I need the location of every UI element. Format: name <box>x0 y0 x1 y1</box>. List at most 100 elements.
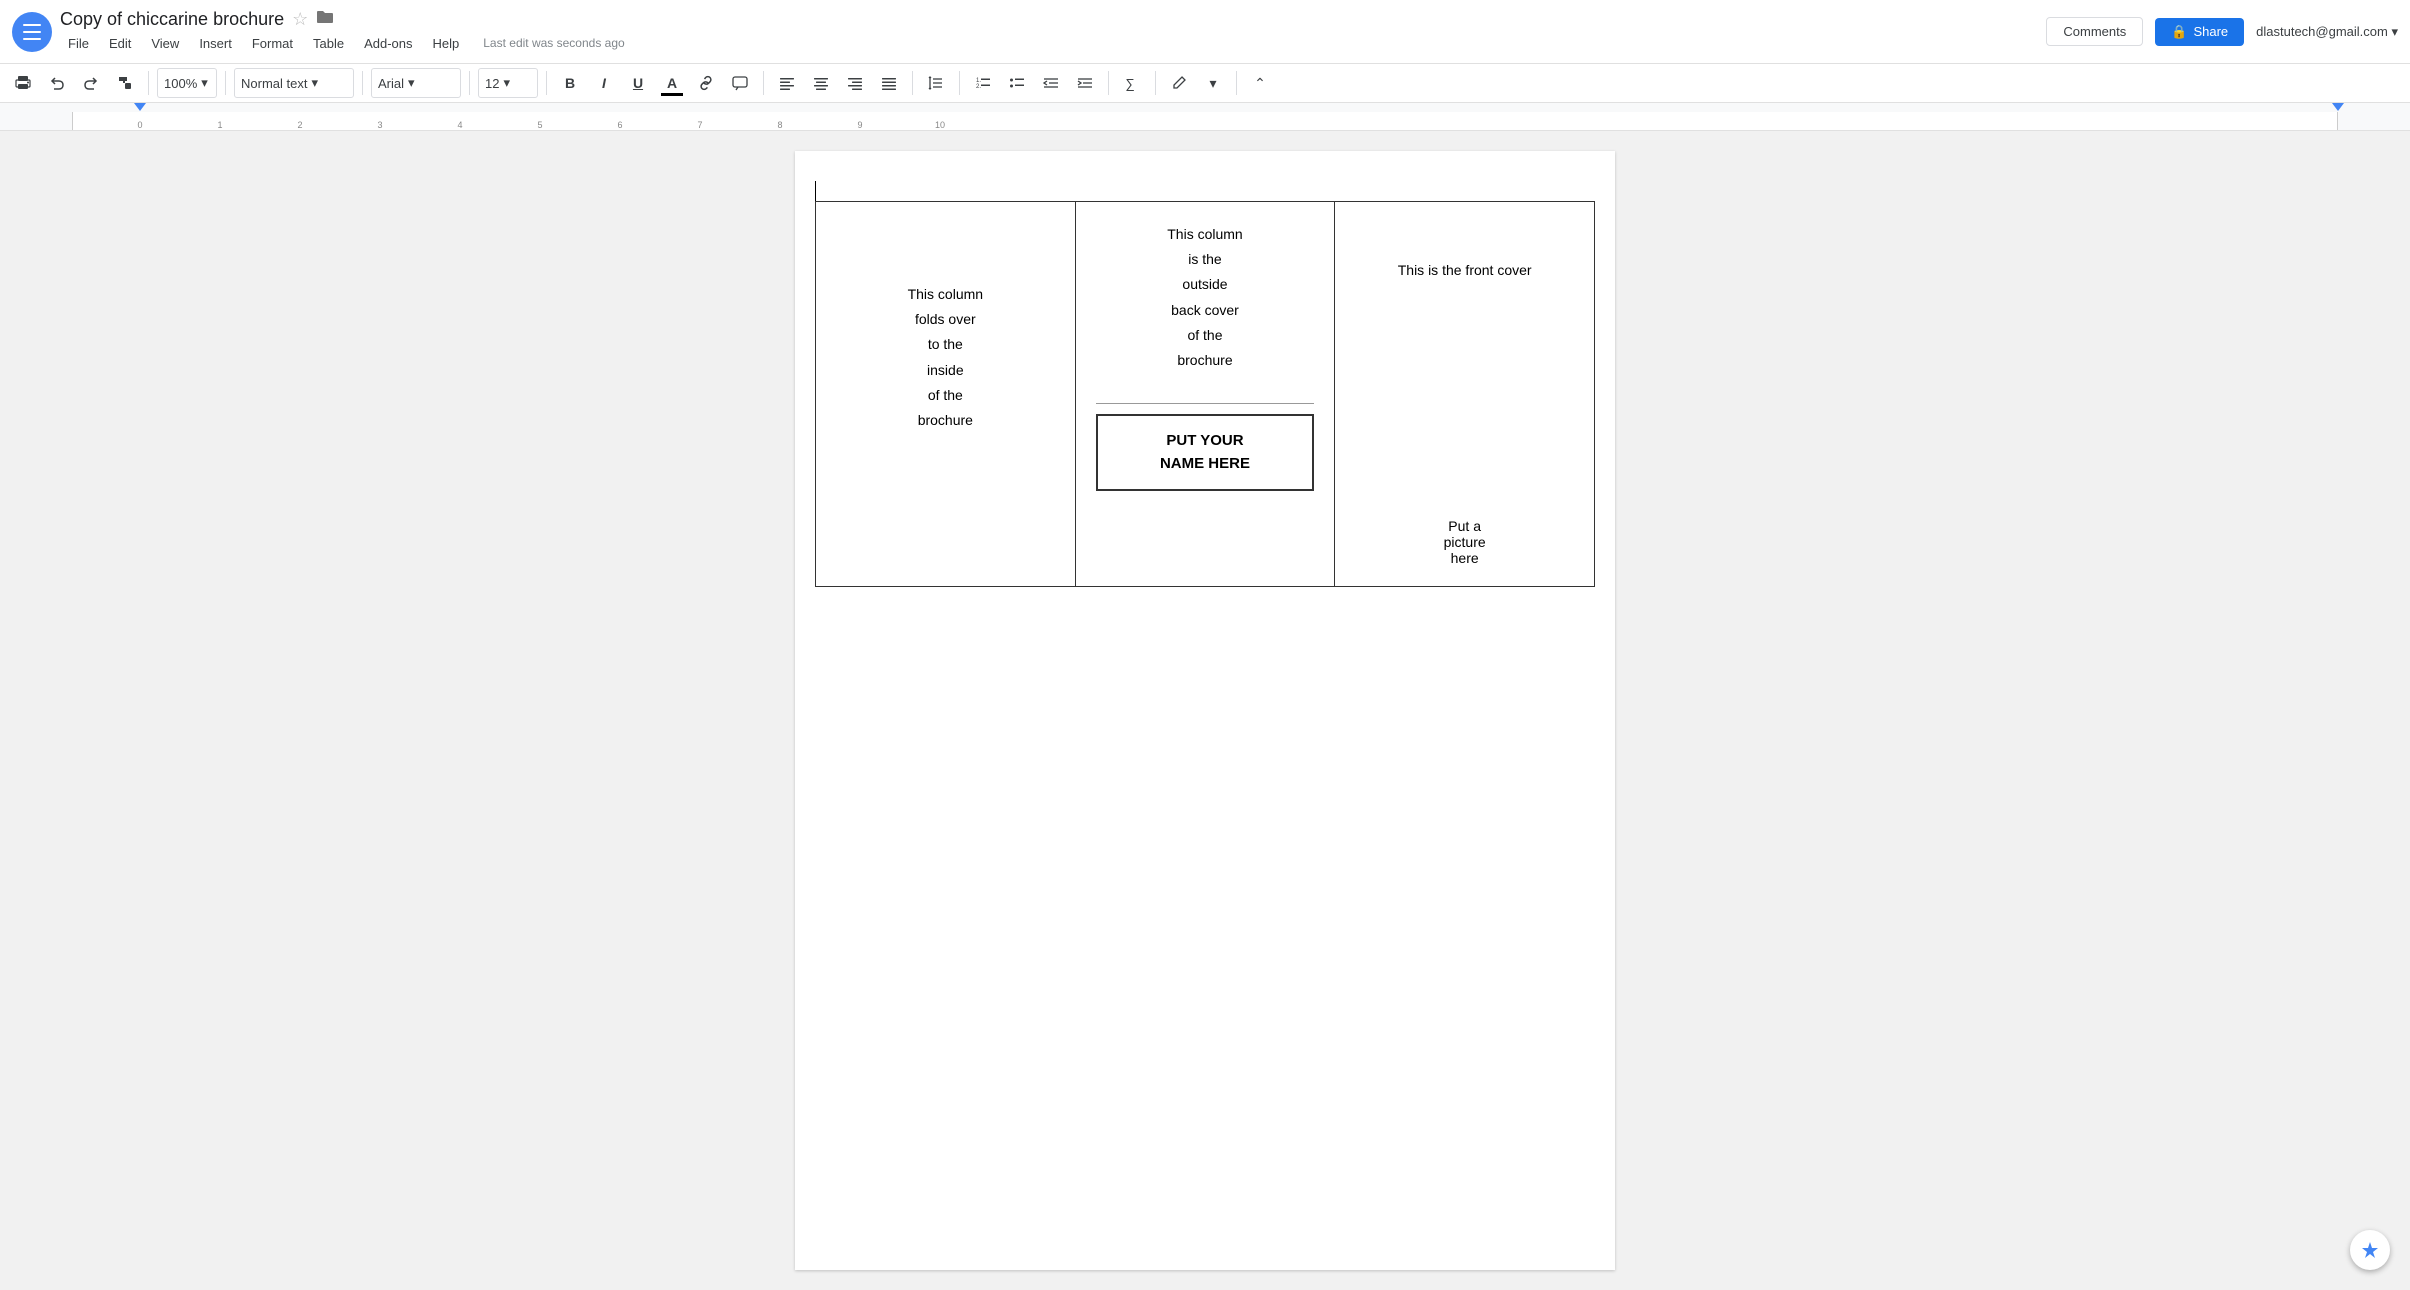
comments-button[interactable]: Comments <box>2046 17 2143 46</box>
document-page: This column folds over to the inside of … <box>795 151 1615 1270</box>
zoom-dropdown[interactable]: 100% ▾ <box>157 68 217 98</box>
menu-help[interactable]: Help <box>425 32 468 55</box>
toolbar-separator-10 <box>1155 71 1156 95</box>
text-color-bar <box>661 93 683 96</box>
table-cell-col1[interactable]: This column folds over to the inside of … <box>816 202 1076 587</box>
menu-edit[interactable]: Edit <box>101 32 139 55</box>
increase-indent-button[interactable] <box>1070 68 1100 98</box>
ruler-mark-7: 7 <box>697 120 702 130</box>
italic-button[interactable]: I <box>589 68 619 98</box>
toolbar-separator-7 <box>912 71 913 95</box>
ruler-numbers: 0 1 2 3 4 5 6 7 8 9 10 <box>0 103 2410 130</box>
ruler-mark-9: 9 <box>857 120 862 130</box>
last-edit-status: Last edit was seconds ago <box>483 36 624 50</box>
toolbar-separator-8 <box>959 71 960 95</box>
smart-compose-button[interactable] <box>2350 1230 2390 1270</box>
toolbar-separator-1 <box>148 71 149 95</box>
menu-file[interactable]: File <box>60 32 97 55</box>
font-style-dropdown-icon: ▾ <box>311 75 318 91</box>
menu-table[interactable]: Table <box>305 32 352 55</box>
font-name-dropdown-icon: ▾ <box>408 75 415 91</box>
toolbar-separator-9 <box>1108 71 1109 95</box>
decrease-indent-button[interactable] <box>1036 68 1066 98</box>
toolbar-separator-11 <box>1236 71 1237 95</box>
comment-button[interactable] <box>725 68 755 98</box>
font-style-dropdown[interactable]: Normal text ▾ <box>234 68 354 98</box>
main-content[interactable]: This column folds over to the inside of … <box>0 131 2410 1290</box>
col3-content: This is the front cover Put a picture he… <box>1355 222 1574 566</box>
ruler-mark-1: 1 <box>217 120 222 130</box>
font-size-value: 12 <box>485 76 499 91</box>
text-cursor <box>815 181 816 201</box>
table-cell-col3[interactable]: This is the front cover Put a picture he… <box>1335 202 1595 587</box>
share-label: Share <box>2193 24 2228 39</box>
menu-bar: File Edit View Insert Format Table Add-o… <box>60 32 2046 55</box>
align-center-button[interactable] <box>806 68 836 98</box>
col3-picture-text: Put a picture here <box>1355 478 1574 566</box>
star-icon[interactable]: ☆ <box>292 9 308 30</box>
col1-text: This column folds over to the inside of … <box>836 222 1055 433</box>
top-bar: Copy of chiccarine brochure ☆ File Edit … <box>0 0 2410 64</box>
brochure-table: This column folds over to the inside of … <box>815 201 1595 587</box>
ruler-mark-2: 2 <box>297 120 302 130</box>
collapse-toolbar-button[interactable]: ⌃ <box>1245 68 1275 98</box>
link-button[interactable] <box>691 68 721 98</box>
underline-button[interactable]: U <box>623 68 653 98</box>
menu-format[interactable]: Format <box>244 32 301 55</box>
print-button[interactable] <box>8 68 38 98</box>
bold-button[interactable]: B <box>555 68 585 98</box>
toolbar-separator-6 <box>763 71 764 95</box>
ruler-mark-8: 8 <box>777 120 782 130</box>
formula-button[interactable]: ∑ <box>1117 68 1147 98</box>
align-right-button[interactable] <box>840 68 870 98</box>
user-account[interactable]: dlastutech@gmail.com ▾ <box>2256 24 2398 40</box>
table-cell-col2[interactable]: This column is the outside back cover of… <box>1075 202 1335 587</box>
numbered-list-button[interactable]: 1.2. <box>968 68 998 98</box>
font-size-dropdown[interactable]: 12 ▾ <box>478 68 538 98</box>
ruler: 0 1 2 3 4 5 6 7 8 9 10 <box>0 103 2410 131</box>
ruler-mark-10: 10 <box>935 120 945 130</box>
table-row: This column folds over to the inside of … <box>816 202 1595 587</box>
lock-icon: 🔒 <box>2171 24 2187 40</box>
menu-view[interactable]: View <box>143 32 187 55</box>
justify-button[interactable] <box>874 68 904 98</box>
col3-front-cover-text: This is the front cover <box>1355 222 1574 478</box>
account-dropdown-icon: ▾ <box>2391 24 2398 39</box>
zoom-dropdown-icon: ▾ <box>201 75 208 91</box>
ruler-mark-3: 3 <box>377 120 382 130</box>
bulleted-list-button[interactable] <box>1002 68 1032 98</box>
document-title[interactable]: Copy of chiccarine brochure <box>60 9 284 30</box>
col2-divider <box>1096 403 1315 404</box>
toolbar: 100% ▾ Normal text ▾ Arial ▾ 12 ▾ B I U … <box>0 64 2410 103</box>
hamburger-button[interactable] <box>12 12 52 52</box>
svg-text:2.: 2. <box>976 84 981 90</box>
redo-button[interactable] <box>76 68 106 98</box>
font-name-dropdown[interactable]: Arial ▾ <box>371 68 461 98</box>
col2-content: This column is the outside back cover of… <box>1096 222 1315 491</box>
ruler-mark-6: 6 <box>617 120 622 130</box>
top-bar-right: Comments 🔒 Share dlastutech@gmail.com ▾ <box>2046 17 2398 46</box>
align-left-button[interactable] <box>772 68 802 98</box>
text-color-button[interactable]: A <box>657 68 687 98</box>
paint-format-button[interactable] <box>110 68 140 98</box>
share-button[interactable]: 🔒 Share <box>2155 18 2244 46</box>
zoom-value: 100% <box>164 76 197 91</box>
toolbar-separator-4 <box>469 71 470 95</box>
font-style-value: Normal text <box>241 76 307 91</box>
pen-dropdown[interactable]: ▾ <box>1198 68 1228 98</box>
ruler-mark-5: 5 <box>537 120 542 130</box>
font-size-dropdown-icon: ▾ <box>503 75 510 91</box>
undo-button[interactable] <box>42 68 72 98</box>
menu-addons[interactable]: Add-ons <box>356 32 420 55</box>
name-box[interactable]: PUT YOUR NAME HERE <box>1096 414 1315 491</box>
document-title-area: Copy of chiccarine brochure ☆ File Edit … <box>60 9 2046 55</box>
toolbar-separator-5 <box>546 71 547 95</box>
line-spacing-button[interactable] <box>921 68 951 98</box>
toolbar-separator-3 <box>362 71 363 95</box>
folder-icon[interactable] <box>316 10 334 29</box>
user-email: dlastutech@gmail.com <box>2256 24 2388 39</box>
pen-button[interactable] <box>1164 68 1194 98</box>
menu-insert[interactable]: Insert <box>191 32 240 55</box>
toolbar-separator-2 <box>225 71 226 95</box>
svg-text:∑: ∑ <box>1125 76 1134 91</box>
